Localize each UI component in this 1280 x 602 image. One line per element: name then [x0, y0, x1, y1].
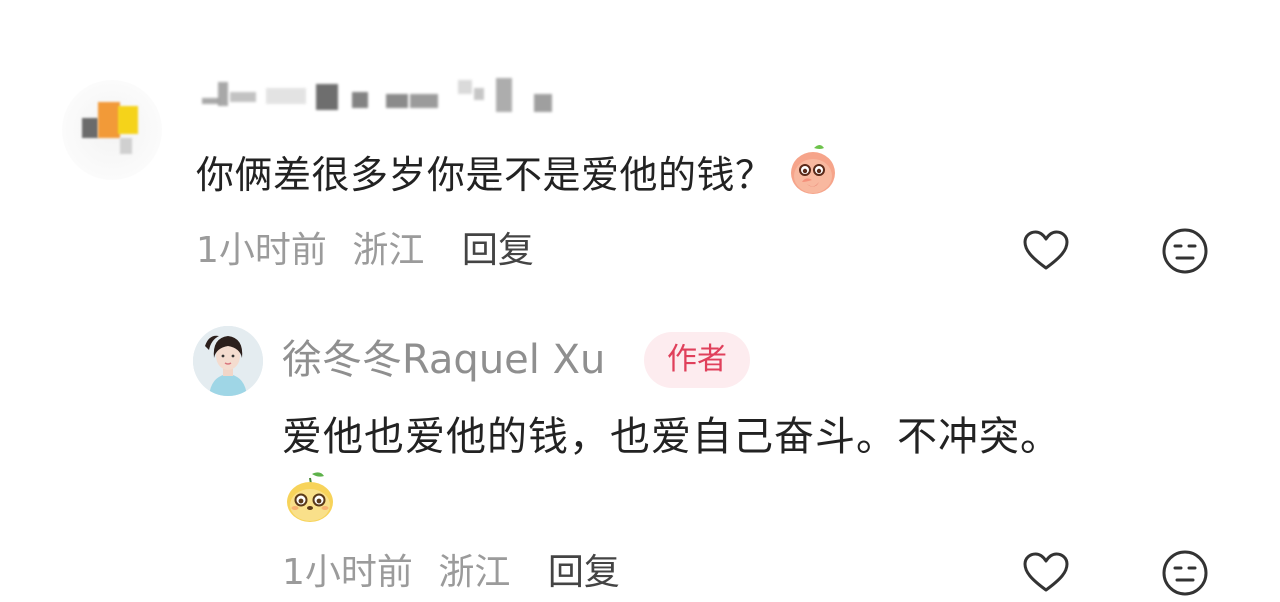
comment-meta: 1小时前 浙江 回复 [196, 226, 534, 276]
reply-location: 浙江 [438, 552, 511, 593]
commenter-avatar[interactable] [62, 80, 162, 180]
comment-body: 你俩差很多岁你是不是爱他的钱？ [196, 142, 838, 213]
author-portrait [193, 326, 263, 396]
smiling-mango-emoji-icon [284, 470, 336, 524]
reply-dislike-button[interactable] [1160, 548, 1210, 598]
reply-meta: 1小时前 浙江 回复 [282, 548, 620, 598]
reply-to-reply-button[interactable]: 回复 [548, 552, 620, 593]
reply-text: 爱他也爱他的钱，也爱自己奋斗。不冲突。 [282, 414, 1061, 460]
reply-time: 1小时前 [282, 552, 413, 593]
avatar-blur-block [82, 118, 98, 138]
reply-like-button[interactable] [1021, 548, 1071, 598]
avatar-blur-block [98, 102, 120, 138]
heart-outline-icon [1023, 230, 1069, 270]
heart-outline-icon [1023, 552, 1069, 592]
reply-button[interactable]: 回复 [462, 230, 534, 271]
author-username[interactable]: 徐冬冬Raquel Xu [282, 332, 605, 388]
comment-time: 1小时前 [196, 230, 327, 271]
commenter-username-redacted[interactable] [196, 76, 566, 120]
comment-location: 浙江 [352, 230, 425, 271]
dislike-button[interactable] [1160, 226, 1210, 276]
comment-text: 你俩差很多岁你是不是爱他的钱？ [196, 153, 774, 197]
meh-face-icon [1162, 550, 1208, 596]
author-avatar[interactable] [193, 326, 263, 396]
avatar-blur-block [120, 138, 132, 154]
meh-face-icon [1162, 228, 1208, 274]
avatar-blur-block [118, 106, 138, 134]
like-button[interactable] [1021, 226, 1071, 276]
shy-peach-emoji-icon [788, 142, 838, 213]
author-badge: 作者 [644, 332, 750, 388]
